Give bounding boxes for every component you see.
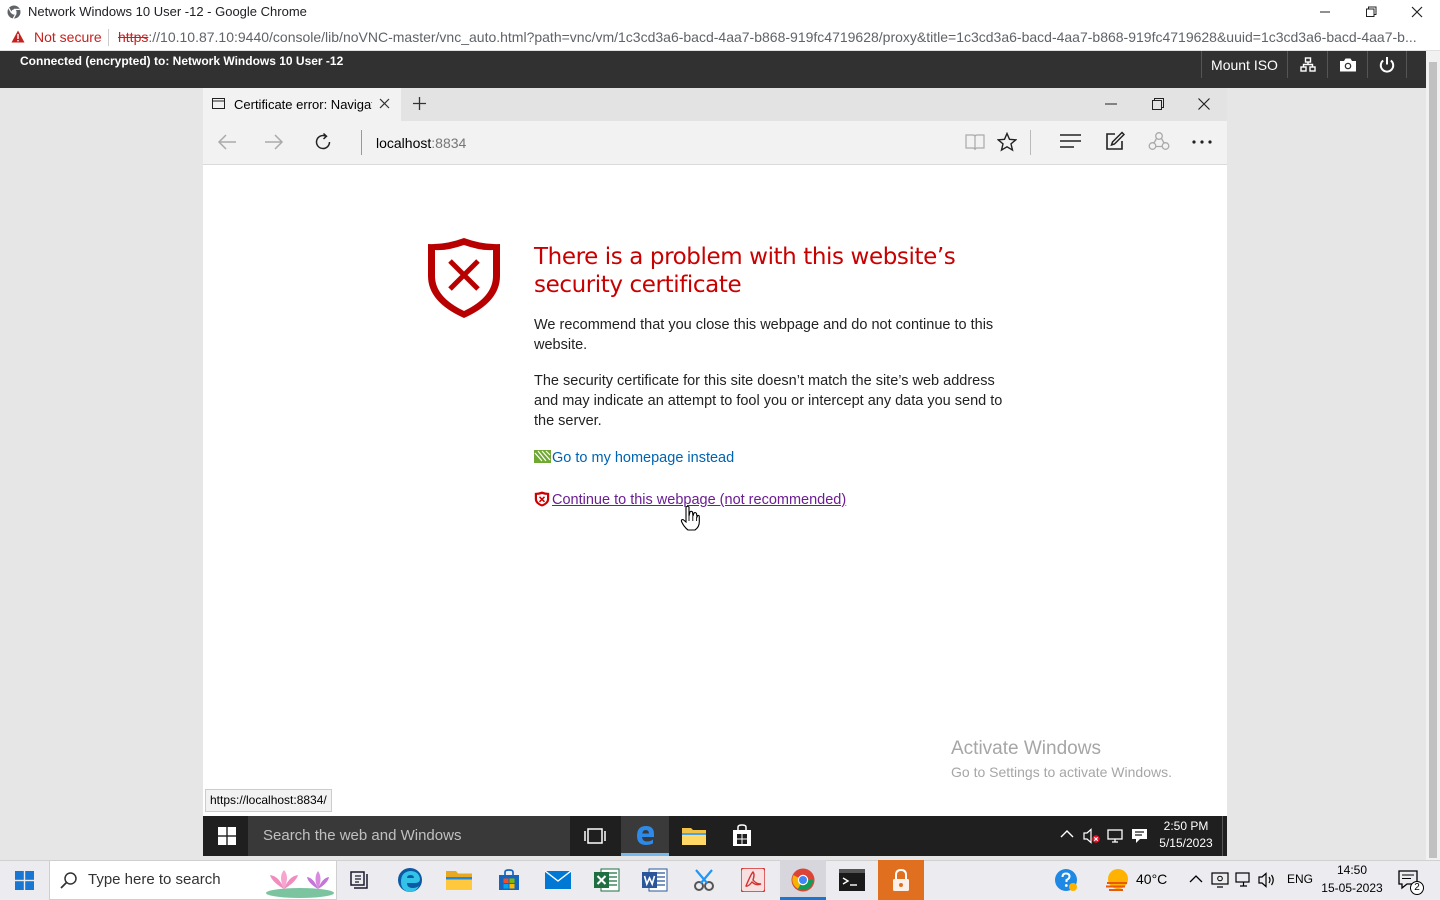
more-icon[interactable] [1192, 140, 1212, 144]
not-secure-label[interactable]: Not secure [34, 29, 102, 45]
inner-clock-date[interactable]: 5/15/2023 [1150, 836, 1222, 850]
store-icon[interactable] [731, 824, 753, 848]
weather-sun-icon [1103, 867, 1131, 893]
edge-minimize-icon[interactable] [1105, 103, 1117, 105]
volume-icon[interactable] [1258, 872, 1276, 888]
back-icon[interactable] [217, 133, 237, 151]
network-icon[interactable] [1287, 51, 1327, 78]
activate-windows-subtitle: Go to Settings to activate Windows. [951, 764, 1172, 780]
warning-icon[interactable] [11, 30, 25, 43]
homepage-link[interactable]: Go to my homepage instead [552, 450, 734, 466]
error-title: There is a problem with this website’s s… [534, 244, 956, 298]
inner-start-icon[interactable] [218, 827, 236, 845]
error-explanation: The security certificate for this site d… [534, 373, 1003, 429]
start-windows-icon[interactable] [15, 871, 34, 890]
address-host: localhost [376, 135, 432, 151]
web-note-icon[interactable] [1105, 131, 1125, 151]
activate-windows-title: Activate Windows [951, 738, 1101, 759]
connection-status: Connected (encrypted) to: Network Window… [20, 54, 344, 68]
status-bar-url: https://localhost:8834/ [205, 789, 332, 812]
display-icon[interactable] [1211, 872, 1229, 888]
inner-clock-time[interactable]: 2:50 PM [1150, 819, 1222, 833]
task-view-icon[interactable] [584, 827, 606, 845]
continue-shield-icon [534, 491, 550, 507]
terminal-icon[interactable] [829, 862, 875, 898]
inner-network-icon[interactable] [1107, 828, 1125, 844]
forward-icon[interactable] [264, 133, 284, 151]
reading-view-icon[interactable] [965, 133, 985, 151]
address-port: :8834 [431, 135, 467, 151]
store-icon[interactable] [486, 862, 532, 898]
network-tray-icon[interactable] [1235, 872, 1253, 888]
mount-iso-button[interactable]: Mount ISO [1201, 51, 1287, 78]
chrome-app-icon [7, 5, 21, 19]
tab-close-icon[interactable] [379, 98, 390, 109]
tray-chevron-icon[interactable] [1189, 874, 1203, 883]
address-separator [361, 130, 362, 155]
inner-search-placeholder: Search the web and Windows [263, 827, 462, 844]
host-clock-date[interactable]: 15-05-2023 [1318, 881, 1386, 895]
page-scroll-thumb[interactable] [1429, 62, 1437, 858]
refresh-icon[interactable] [313, 132, 333, 152]
chrome-icon[interactable] [780, 862, 826, 898]
toolbar-separator [1030, 130, 1031, 155]
homepage-link-icon [534, 450, 551, 463]
share-icon[interactable] [1148, 131, 1170, 151]
power-icon[interactable] [1367, 51, 1407, 78]
weather-temperature[interactable]: 40°C [1136, 871, 1167, 887]
task-view-button[interactable] [337, 862, 383, 898]
hand-cursor-icon [680, 505, 700, 531]
edge-icon[interactable] [387, 862, 433, 898]
edge-address-field[interactable]: localhost:8834 [376, 135, 466, 151]
edge-tab-title: Certificate error: Navigat [234, 97, 372, 112]
mail-icon[interactable] [535, 862, 581, 898]
notification-badge: 2 [1410, 881, 1424, 895]
url-rest: ://10.10.87.10:9440/console/lib/noVNC-ma… [148, 29, 1417, 45]
shield-error-icon [425, 236, 503, 320]
minimize-button[interactable] [1302, 0, 1348, 24]
hub-icon[interactable] [1060, 133, 1081, 149]
edge-close-icon[interactable] [1198, 98, 1210, 110]
word-icon[interactable] [632, 862, 678, 898]
input-language[interactable]: ENG [1287, 872, 1313, 886]
file-explorer-icon[interactable] [682, 826, 706, 846]
inner-show-desktop[interactable] [1222, 816, 1227, 856]
acrobat-icon[interactable] [730, 862, 776, 898]
inner-volume-muted-icon[interactable] [1083, 828, 1101, 844]
snipping-tool-icon[interactable] [681, 862, 727, 898]
file-explorer-icon[interactable] [436, 862, 482, 898]
inner-action-center-icon[interactable] [1131, 828, 1148, 844]
camera-icon[interactable] [1327, 51, 1367, 78]
host-clock-time[interactable]: 14:50 [1318, 863, 1386, 877]
close-button[interactable] [1394, 0, 1440, 24]
host-search-placeholder: Type here to search [88, 871, 221, 888]
new-tab-icon[interactable] [413, 97, 426, 110]
edge-restore-icon[interactable] [1152, 98, 1164, 110]
help-icon[interactable] [1054, 868, 1078, 892]
edge-legacy-icon [634, 824, 656, 846]
lock-icon[interactable] [878, 862, 924, 898]
excel-icon[interactable] [584, 862, 630, 898]
search-highlight-lotus-icon [264, 862, 336, 898]
window-title: Network Windows 10 User -12 - Google Chr… [28, 4, 307, 19]
restore-button[interactable] [1348, 0, 1394, 24]
url-scheme: https [118, 29, 149, 45]
favorite-star-icon[interactable] [997, 132, 1017, 152]
error-recommendation: We recommend that you close this webpage… [534, 317, 994, 353]
search-icon [60, 871, 78, 889]
chrome-url[interactable]: https://10.10.87.10:9440/console/lib/noV… [118, 29, 1428, 45]
page-tab-icon [212, 98, 225, 109]
inner-tray-chevron-icon[interactable] [1060, 829, 1074, 839]
url-separator [108, 29, 109, 46]
